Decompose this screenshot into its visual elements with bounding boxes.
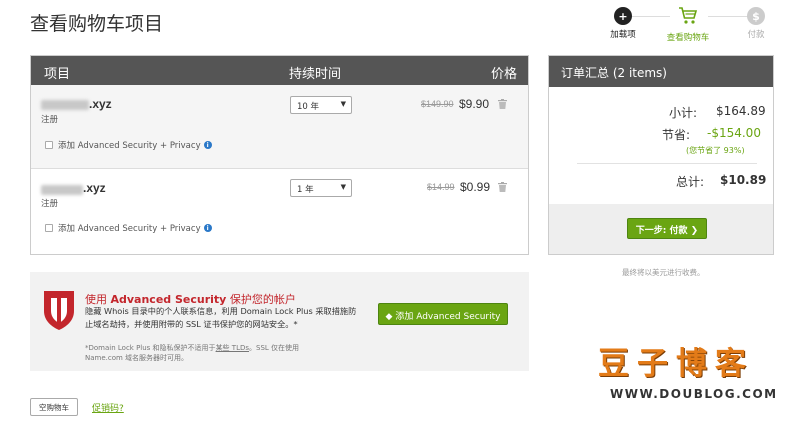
- advanced-security-promo: 使用 Advanced Security 保护您的帐户 隐藏 Whois 目录中…: [30, 272, 529, 371]
- item-type: 注册: [41, 199, 59, 209]
- tlds-link[interactable]: 某些 TLDs: [216, 344, 249, 352]
- duration-select[interactable]: 10 年 ▼: [290, 96, 352, 114]
- summary-footer: 下一步: 付款 ❯: [549, 204, 773, 254]
- chevron-down-icon: ▼: [340, 183, 346, 191]
- next-button-label: 下一步: 付款: [635, 226, 688, 236]
- shield-icon: [44, 291, 74, 330]
- cart-table: 项目 持续时间 价格 .xyz 注册 添加 Advanced Security …: [30, 55, 529, 255]
- total-label: 总计:: [676, 175, 705, 189]
- duration-select[interactable]: 1 年 ▼: [290, 179, 352, 197]
- order-summary: 订单汇总 (2 items) 小计: $164.89 节省: -$154.00 …: [548, 55, 774, 255]
- add-advanced-security-button[interactable]: ◆ 添加 Advanced Security: [378, 303, 508, 325]
- redacted-domain: [41, 100, 89, 110]
- item-price: $0.99: [460, 180, 491, 194]
- item-type: 注册: [41, 115, 59, 125]
- step-label: 付款: [747, 30, 765, 40]
- watermark-url: WWW.DOUBLOG.COM: [610, 387, 778, 401]
- cart-icon: [679, 7, 698, 24]
- promo-footnote: *Domain Lock Plus 和隐私保护不适用于某些 TLDs。SSL 仅…: [85, 343, 335, 363]
- dollar-icon: $: [747, 7, 765, 25]
- next-payment-button[interactable]: 下一步: 付款 ❯: [627, 218, 707, 239]
- checkout-steps: + 加载项 查看购物车 $ 付款: [598, 6, 788, 46]
- total-value: $10.89: [720, 173, 767, 187]
- summary-divider: [577, 163, 757, 164]
- promo-code-link[interactable]: 促销码?: [92, 401, 124, 414]
- step-addons[interactable]: + 加载项: [598, 6, 648, 40]
- subtotal-label: 小计:: [669, 106, 698, 120]
- plus-icon: +: [614, 7, 632, 25]
- empty-cart-button[interactable]: 空购物车: [30, 398, 78, 416]
- step-review-cart: 查看购物车: [658, 6, 718, 43]
- step-payment: $ 付款: [736, 6, 776, 40]
- savings-label: 节省:: [662, 128, 691, 142]
- add-security-label: 添加 Advanced Security: [395, 312, 501, 322]
- table-row: .xyz 注册 添加 Advanced Security + Privacy i…: [31, 169, 528, 254]
- addon-checkbox[interactable]: [45, 141, 53, 149]
- redacted-domain: [41, 185, 83, 195]
- shield-icon: ◆: [385, 312, 396, 322]
- addon-label: 添加 Advanced Security + Privacy: [58, 141, 201, 151]
- header-item: 项目: [44, 67, 71, 82]
- trash-icon[interactable]: [498, 99, 507, 109]
- trash-icon[interactable]: [498, 182, 507, 192]
- savings-value: -$154.00: [707, 126, 761, 140]
- info-icon[interactable]: i: [203, 141, 212, 149]
- usd-note: 最终将以美元进行收费。: [622, 268, 705, 277]
- chevron-right-icon: ❯: [690, 226, 699, 236]
- addon-checkbox[interactable]: [45, 224, 53, 232]
- table-row: .xyz 注册 添加 Advanced Security + Privacy i…: [31, 85, 528, 169]
- step-label: 加载项: [610, 30, 636, 40]
- info-icon[interactable]: i: [203, 224, 212, 232]
- original-price: $149.90: [421, 99, 454, 109]
- addon-option[interactable]: 添加 Advanced Security + Privacy i: [45, 222, 212, 234]
- duration-value: 10 年: [297, 102, 320, 112]
- watermark-logo: 豆子博客 WWW.DOUBLOG.COM: [598, 338, 778, 408]
- addon-label: 添加 Advanced Security + Privacy: [58, 224, 201, 234]
- promo-description: 隐藏 Whois 目录中的个人联系信息，利用 Domain Lock Plus …: [85, 306, 357, 329]
- header-duration: 持续时间: [289, 67, 342, 82]
- footnote-text: *Domain Lock Plus 和隐私保护不适用于: [85, 344, 216, 352]
- duration-value: 1 年: [297, 185, 314, 195]
- item-price: $9.90: [459, 97, 490, 111]
- summary-title: 订单汇总 (2 items): [549, 56, 773, 87]
- cart-header: 项目 持续时间 价格: [31, 56, 528, 85]
- subtotal-value: $164.89: [716, 104, 766, 118]
- watermark-chars: 豆子博客: [598, 346, 754, 382]
- header-price: 价格: [491, 67, 518, 82]
- page-title: 查看购物车项目: [30, 13, 164, 35]
- chevron-down-icon: ▼: [340, 100, 346, 108]
- savings-note: (您节省了 93%): [686, 146, 745, 155]
- original-price: $14.99: [427, 182, 455, 192]
- domain-name: .xyz: [89, 97, 112, 111]
- step-label: 查看购物车: [666, 33, 710, 43]
- domain-name: .xyz: [83, 181, 106, 195]
- addon-option[interactable]: 添加 Advanced Security + Privacy i: [45, 139, 212, 151]
